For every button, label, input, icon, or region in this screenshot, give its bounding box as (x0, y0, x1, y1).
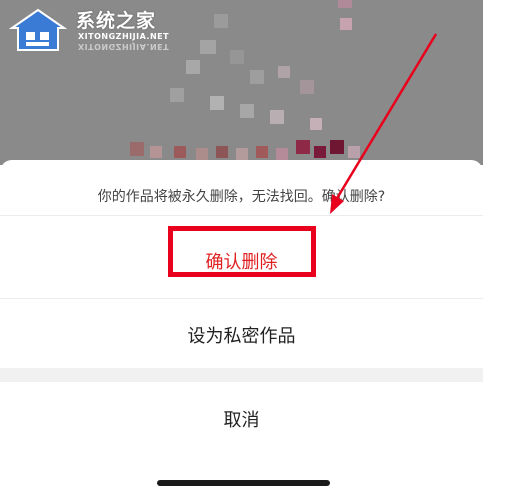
mosaic-block (276, 148, 288, 160)
watermark: 系统之家 XITONGZHIJIA.NET XITONGZHIJIA.NET (8, 4, 178, 56)
mosaic-block (170, 88, 184, 102)
mosaic-block (314, 146, 326, 158)
mosaic-block (338, 0, 352, 8)
mosaic-block (310, 118, 322, 130)
mosaic-block (270, 110, 284, 124)
section-gap (0, 368, 483, 382)
blurred-video-backdrop: 系统之家 XITONGZHIJIA.NET XITONGZHIJIA.NET (0, 0, 483, 165)
mosaic-block (210, 96, 224, 110)
mosaic-block (186, 60, 200, 74)
mosaic-block (196, 148, 208, 160)
mosaic-block (330, 140, 344, 154)
annotation-highlight-box (168, 226, 316, 277)
cancel-label: 取消 (223, 410, 260, 431)
page-margin (483, 0, 509, 492)
mosaic-block (236, 148, 248, 160)
watermark-subtitle: XITONGZHIJIA.NET (78, 32, 170, 41)
mosaic-block (348, 146, 360, 158)
mosaic-block (250, 70, 264, 84)
mosaic-block (150, 146, 162, 158)
mosaic-block (278, 66, 290, 78)
mosaic-block (300, 80, 314, 94)
set-private-label: 设为私密作品 (187, 326, 296, 347)
mosaic-block (130, 142, 144, 156)
mosaic-block (214, 14, 228, 28)
mosaic-block (256, 146, 268, 158)
mosaic-block (230, 50, 244, 64)
mosaic-block (240, 104, 254, 118)
delete-warning-text: 你的作品将被永久删除，无法找回。确认删除? (97, 189, 386, 205)
watermark-title: 系统之家 (76, 10, 157, 32)
mosaic-block (296, 140, 310, 154)
watermark-subtitle-reflection: XITONGZHIJIA.NET (78, 42, 170, 51)
mosaic-block (174, 146, 186, 158)
mosaic-block (216, 146, 228, 158)
house-logo-icon (8, 8, 68, 51)
mosaic-block (340, 18, 352, 30)
mosaic-block (200, 40, 216, 54)
home-indicator[interactable] (157, 480, 330, 486)
